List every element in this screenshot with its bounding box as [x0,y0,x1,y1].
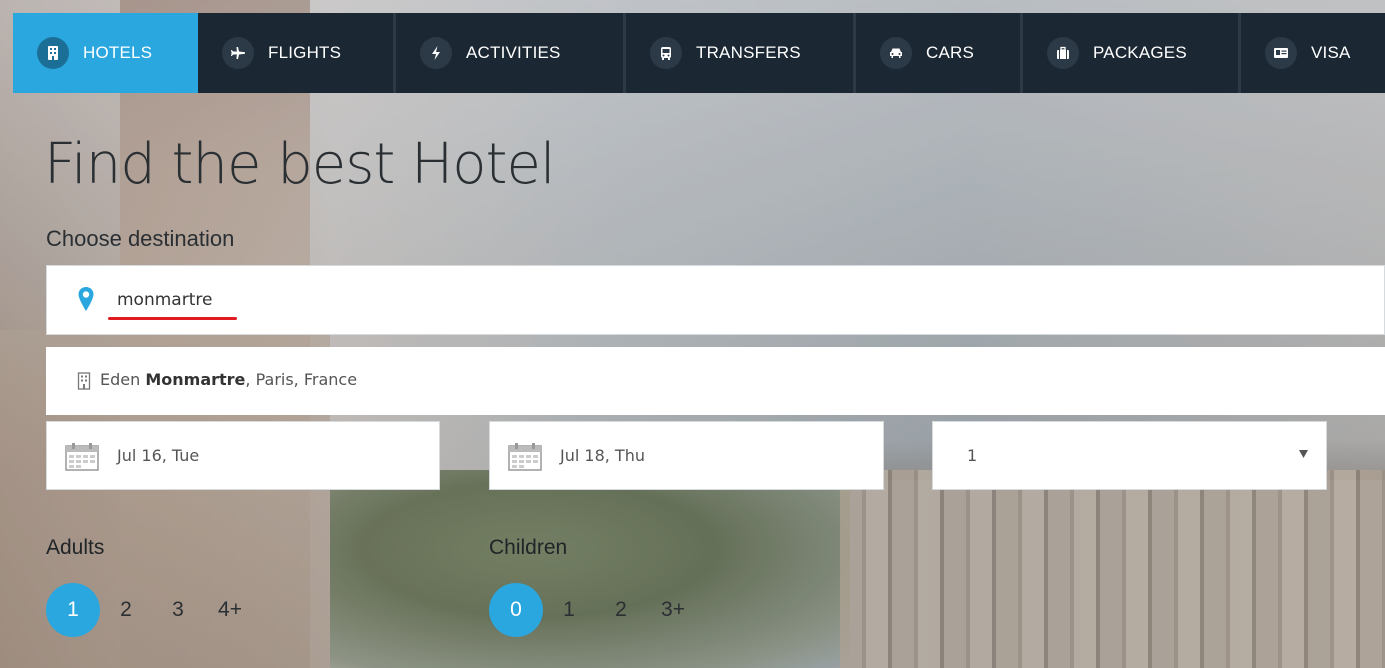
map-pin-icon [78,287,94,311]
adults-option-4plus[interactable]: 4+ [204,587,256,633]
tab-activities[interactable]: ACTIVITIES [396,13,626,93]
destination-input[interactable] [117,285,717,315]
page-title: Find the best Hotel [44,132,556,197]
bus-icon [650,37,682,69]
adults-option-1[interactable]: 1 [46,583,100,637]
tab-label: PACKAGES [1093,43,1187,62]
checkout-value: Jul 18, Thu [560,446,645,465]
calendar-icon [508,443,542,471]
caret-down-icon [1299,450,1308,458]
tab-hotels[interactable]: HOTELS [13,13,198,93]
building-icon [77,372,91,390]
tab-transfers[interactable]: TRANSFERS [626,13,856,93]
children-option-0[interactable]: 0 [489,583,543,637]
children-option-2[interactable]: 2 [595,587,647,633]
suggestion-item[interactable]: Eden Monmartre, Paris, France [46,347,1385,415]
rooms-value: 1 [967,446,978,465]
plane-icon [222,37,254,69]
suggestion-text: Eden Monmartre, Paris, France [100,370,358,389]
tab-label: TRANSFERS [696,43,801,62]
tab-packages[interactable]: PACKAGES [1023,13,1241,93]
tab-flights[interactable]: FLIGHTS [198,13,396,93]
spelling-underline [108,317,237,320]
suggestion-match: Monmartre [145,370,246,389]
children-selector: 0 1 2 3+ [489,583,699,637]
adults-option-2[interactable]: 2 [100,587,152,633]
destination-field[interactable] [46,265,1385,335]
tab-visa[interactable]: VISA [1241,13,1385,93]
building-icon [37,37,69,69]
checkin-value: Jul 16, Tue [117,446,200,465]
calendar-icon [65,443,99,471]
car-icon [880,37,912,69]
id-card-icon [1265,37,1297,69]
adults-option-3[interactable]: 3 [152,587,204,633]
destination-label: Choose destination [46,226,235,251]
tab-label: ACTIVITIES [466,43,561,62]
checkin-date-field[interactable]: Jul 16, Tue [46,421,440,490]
adults-label: Adults [46,536,105,559]
children-option-3plus[interactable]: 3+ [647,587,699,633]
tab-label: HOTELS [83,43,153,62]
product-tabs: HOTELS FLIGHTS ACTIVITIES TRANSFERS CARS… [13,13,1385,93]
bolt-icon [420,37,452,69]
children-label: Children [489,536,568,559]
tab-cars[interactable]: CARS [856,13,1023,93]
tab-label: FLIGHTS [268,43,342,62]
children-option-1[interactable]: 1 [543,587,595,633]
suitcase-icon [1047,37,1079,69]
rooms-select[interactable]: 1 [932,421,1327,490]
adults-selector: 1 2 3 4+ [46,583,256,637]
checkout-date-field[interactable]: Jul 18, Thu [489,421,884,490]
tab-label: VISA [1311,43,1351,62]
tab-label: CARS [926,43,975,62]
